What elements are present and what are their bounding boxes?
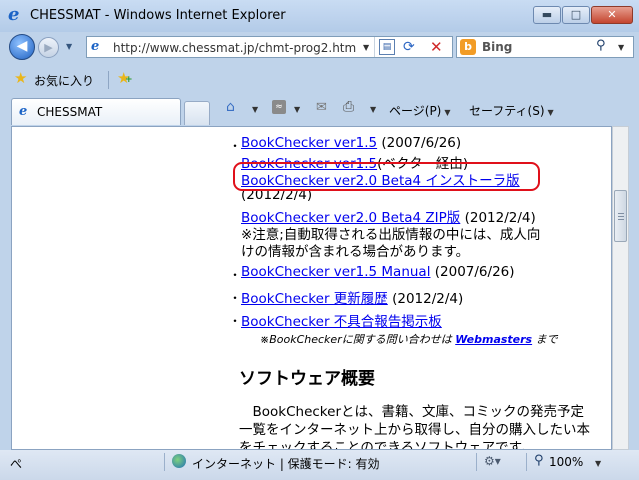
list-item: BookChecker 更新履歴 (2012/2/4)	[241, 287, 463, 307]
grip-line	[618, 213, 624, 214]
close-button[interactable]: ✕	[591, 6, 633, 24]
item-date: (2012/2/4)	[387, 291, 464, 307]
list-item: BookChecker ver1.5 (2007/6/26)	[241, 135, 461, 151]
address-input[interactable]: http://www.chessmat.jp/chmt-prog2.htm	[113, 41, 361, 55]
internet-zone-icon	[172, 454, 186, 468]
window-title: CHESSMAT - Windows Internet Explorer	[30, 8, 286, 23]
link-bookchecker-manual[interactable]: BookChecker ver1.5 Manual	[241, 264, 430, 280]
link-bookchecker-ver15[interactable]: BookChecker ver1.5	[241, 135, 377, 151]
feeds-dropdown-icon[interactable]: ▼	[294, 105, 300, 114]
safety-dropdown-icon: ▼	[547, 108, 554, 117]
new-tab-button[interactable]	[184, 101, 210, 125]
security-zone: インターネット | 保護モード: 有効	[192, 457, 380, 471]
zoom-level[interactable]: 100%	[549, 455, 583, 469]
list-bullet: ・	[229, 314, 242, 328]
mail-icon[interactable]: ✉	[316, 100, 327, 115]
home-icon[interactable]: ⌂	[226, 99, 235, 115]
print-icon[interactable]: ⎙	[343, 99, 354, 115]
address-dropdown-icon[interactable]: ▼	[363, 43, 369, 52]
maximize-button[interactable]: □	[562, 6, 590, 24]
grip-line	[618, 216, 624, 217]
favorites-star-icon[interactable]: ★	[14, 70, 27, 86]
tab-page-icon: e	[19, 104, 28, 119]
tab-chessmat[interactable]: e CHESSMAT	[11, 98, 181, 125]
search-dropdown-icon[interactable]: ▼	[618, 43, 624, 52]
home-dropdown-icon[interactable]: ▼	[252, 105, 258, 114]
popup-status-icon[interactable]: ⚙▾	[484, 454, 501, 468]
item-date: (2007/6/26)	[430, 264, 515, 280]
item-date: (2007/6/26)	[377, 135, 462, 151]
scrollbar-thumb[interactable]	[614, 190, 627, 242]
page-menu[interactable]: ページ(P) ▼	[389, 102, 451, 119]
status-divider	[526, 453, 527, 471]
favorites-divider	[108, 71, 109, 89]
safety-menu[interactable]: セーフティ(S) ▼	[469, 102, 554, 119]
search-box[interactable]: b Bing ⚲ ▼	[456, 36, 634, 58]
grip-line	[618, 219, 624, 220]
compatibility-view-icon[interactable]: ▤	[379, 39, 395, 55]
stop-icon[interactable]: ✕	[430, 38, 443, 56]
contact-prefix: ※BookCheckerに関する問い合わせは	[260, 333, 456, 346]
favorites-button[interactable]: お気に入り	[34, 72, 94, 89]
favorites-bar: ★ お気に入り ★ +	[0, 64, 639, 94]
page-content: ・ BookChecker ver1.5 (2007/6/26) BookChe…	[11, 126, 612, 450]
print-dropdown-icon[interactable]: ▼	[370, 105, 376, 114]
title-bar: e CHESSMAT - Windows Internet Explorer ▬…	[0, 0, 639, 32]
address-bar[interactable]: e http://www.chessmat.jp/chmt-prog2.htm …	[86, 36, 453, 58]
add-favorite-plus-icon: +	[125, 75, 133, 85]
status-divider	[476, 453, 477, 471]
list-item: BookChecker 不具合報告掲示板	[241, 310, 442, 330]
status-bar: ぺ インターネット | 保護モード: 有効 ⚙▾ ⚲ 100% ▼	[0, 450, 639, 480]
navigation-bar: ◀ ▶ ▼ e http://www.chessmat.jp/chmt-prog…	[0, 32, 639, 62]
description-paragraph: BookCheckerとは、書籍、文庫、コミックの発売予定一覧をインターネット上…	[239, 404, 590, 450]
highlight-annotation	[233, 162, 540, 191]
page-dropdown-icon: ▼	[444, 108, 451, 117]
zoom-dropdown-icon[interactable]: ▼	[595, 459, 601, 468]
safety-menu-label: セーフティ(S)	[469, 104, 545, 118]
list-bullet: ・	[229, 139, 242, 153]
contact-suffix: まで	[532, 333, 558, 346]
minimize-button[interactable]: ▬	[533, 6, 561, 24]
forward-button[interactable]: ▶	[38, 37, 59, 58]
back-button[interactable]: ◀	[9, 34, 35, 60]
bing-icon: b	[460, 39, 476, 55]
zoom-icon[interactable]: ⚲	[534, 453, 544, 468]
vertical-scrollbar[interactable]	[612, 126, 629, 450]
list-bullet: ・	[229, 268, 242, 282]
address-divider	[374, 37, 375, 57]
tab-label: CHESSMAT	[37, 105, 103, 119]
search-input[interactable]: Bing	[482, 40, 512, 54]
contact-note: ※BookCheckerに関する問い合わせは Webmasters まで	[260, 331, 558, 347]
page-icon: e	[91, 39, 100, 54]
webmasters-link[interactable]: Webmasters	[455, 333, 532, 346]
refresh-icon[interactable]: ⟳	[403, 38, 415, 56]
warning-note-line2: けの情報が含まれる場合があります。	[241, 244, 470, 260]
feeds-icon[interactable]: ≈	[272, 100, 286, 114]
status-divider	[164, 453, 165, 471]
page-menu-label: ページ(P)	[389, 104, 442, 118]
list-item: BookChecker ver1.5 Manual (2007/6/26)	[241, 264, 515, 280]
link-bookchecker-bug-board[interactable]: BookChecker 不具合報告掲示板	[241, 314, 442, 330]
tab-bar: e CHESSMAT ⌂ ▼ ≈ ▼ ✉ ⎙ ▼ ページ(P) ▼ セーフティ(S…	[0, 94, 639, 126]
recent-pages-dropdown-icon[interactable]: ▼	[66, 42, 72, 51]
ie-logo-icon: e	[8, 4, 20, 25]
link-bookchecker-changelog[interactable]: BookChecker 更新履歴	[241, 291, 388, 307]
status-text: ぺ	[10, 457, 23, 471]
section-heading: ソフトウェア概要	[239, 369, 375, 389]
list-bullet: ・	[229, 291, 242, 305]
search-icon[interactable]: ⚲	[596, 38, 606, 53]
